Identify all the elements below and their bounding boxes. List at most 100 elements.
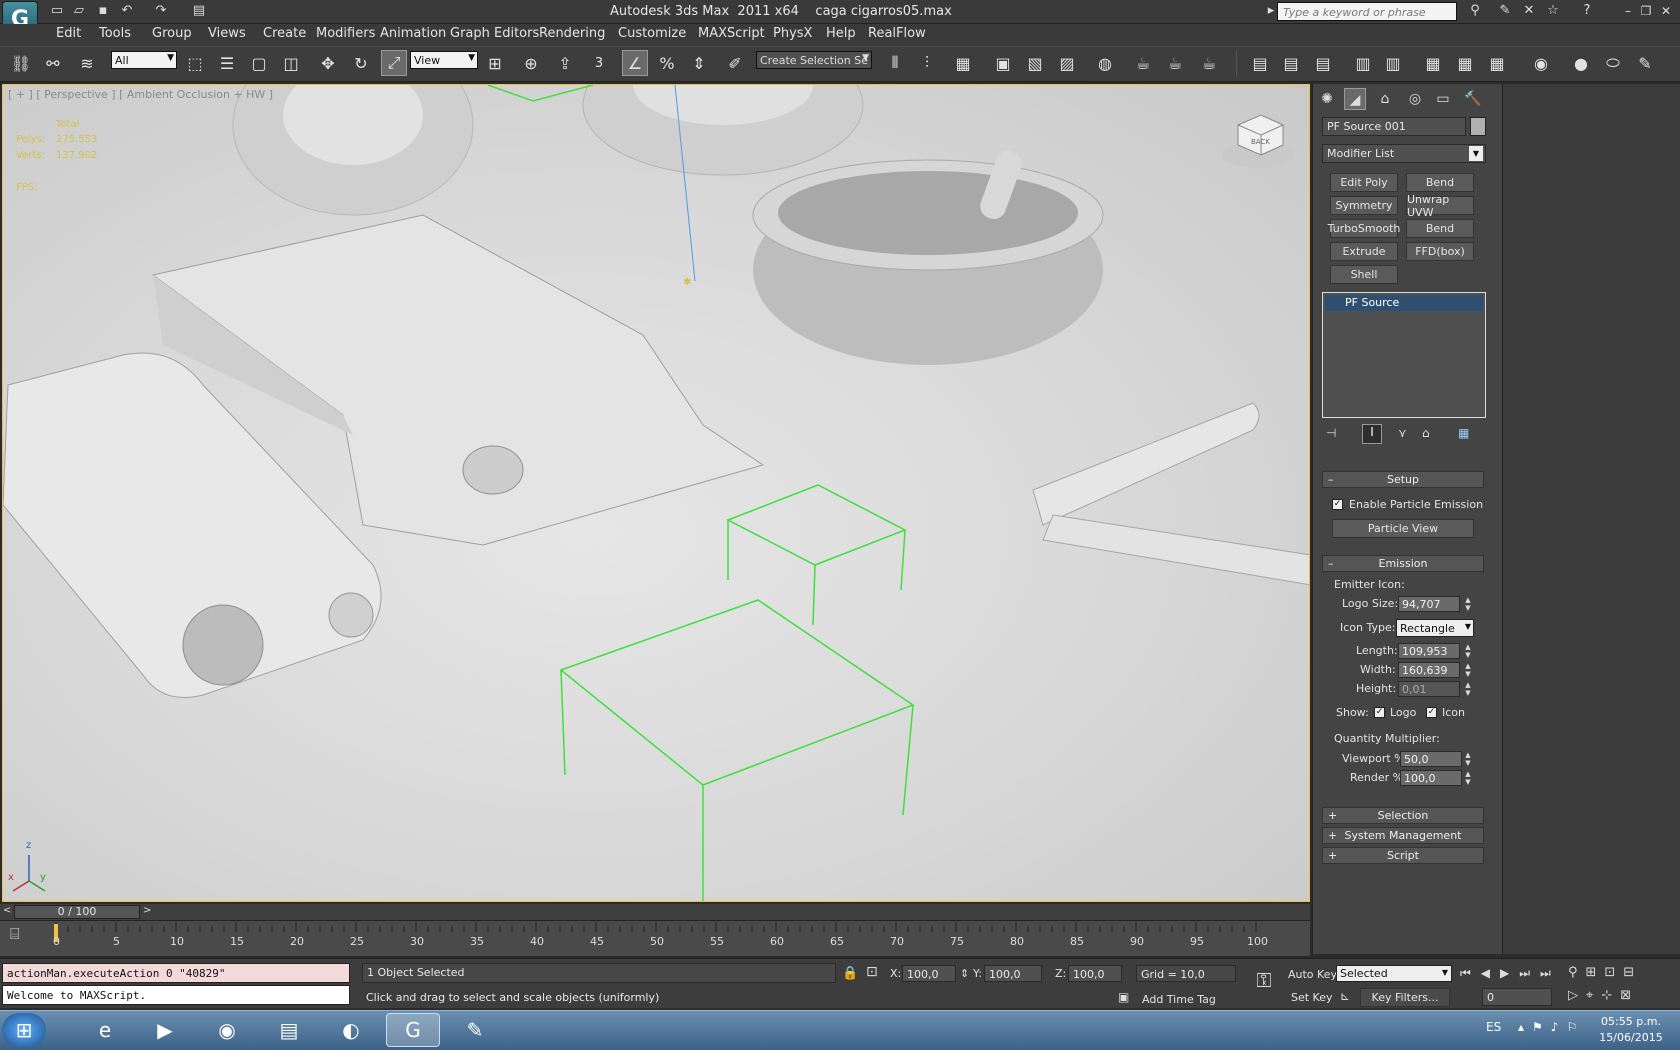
restore-icon[interactable]: ❐ bbox=[1638, 3, 1654, 19]
time-slider[interactable] bbox=[0, 904, 1310, 920]
rect-selection-icon[interactable]: ▢ bbox=[246, 50, 272, 76]
realflow-icon-4[interactable]: ▥ bbox=[1350, 50, 1376, 76]
internet-explorer-icon[interactable]: e bbox=[78, 1013, 132, 1047]
turbosmooth-button[interactable]: TurboSmooth bbox=[1328, 219, 1400, 238]
menu-animation[interactable]: Animation bbox=[380, 26, 446, 41]
height-spinner[interactable]: ▲ ▼ bbox=[1464, 681, 1472, 697]
link-icon[interactable]: ⛓ bbox=[8, 50, 34, 76]
logo-size-input[interactable]: 94,707 bbox=[1398, 596, 1460, 612]
modifier-stack[interactable]: PF Source bbox=[1322, 292, 1486, 418]
snap-toggle-icon[interactable]: 3 bbox=[586, 50, 612, 76]
current-frame-input[interactable]: 0 bbox=[1482, 988, 1552, 1006]
auto-key-button[interactable]: Auto Key bbox=[1288, 968, 1337, 981]
icon-type-dropdown[interactable]: Rectangle ▼ bbox=[1396, 619, 1474, 637]
clock-time[interactable]: 05:55 p.m. bbox=[1596, 1015, 1666, 1028]
communication-icon[interactable]: ✕ bbox=[1520, 3, 1538, 19]
bend-button-2[interactable]: Bend bbox=[1406, 219, 1474, 238]
sphere-icon[interactable]: ● bbox=[1568, 50, 1594, 76]
height-input[interactable]: 0,01 bbox=[1398, 681, 1460, 697]
mirror-icon[interactable]: ⫴ bbox=[882, 50, 908, 76]
edit-poly-button[interactable]: Edit Poly bbox=[1330, 173, 1398, 192]
tools-icon[interactable]: ✎ bbox=[1496, 3, 1514, 19]
extrude-button[interactable]: Extrude bbox=[1330, 242, 1398, 261]
menu-help[interactable]: Help bbox=[826, 26, 856, 41]
menu-views[interactable]: Views bbox=[208, 26, 246, 41]
paint-icon[interactable]: ✎ bbox=[448, 1013, 502, 1047]
graphite-toggle-icon[interactable]: ▣ bbox=[990, 50, 1016, 76]
menu-create[interactable]: Create bbox=[263, 26, 306, 41]
chrome-icon[interactable]: ◉ bbox=[200, 1013, 254, 1047]
setup-rollout-header[interactable]: – Setup bbox=[1322, 471, 1484, 488]
slider-prev-icon[interactable]: < bbox=[3, 905, 11, 916]
torrent-icon[interactable]: ◐ bbox=[324, 1013, 378, 1047]
particle-view-button[interactable]: Particle View bbox=[1332, 519, 1474, 538]
display-tab-icon[interactable]: ▭ bbox=[1432, 88, 1454, 110]
show-icon-checkbox[interactable]: ✓ bbox=[1426, 707, 1437, 718]
length-input[interactable]: 109,953 bbox=[1398, 643, 1460, 659]
schematic-view-icon[interactable]: ▨ bbox=[1054, 50, 1080, 76]
utilities-tab-icon[interactable]: 🔨 bbox=[1462, 88, 1484, 110]
new-file-icon[interactable]: ▭ bbox=[48, 3, 66, 19]
menu-edit[interactable]: Edit bbox=[56, 26, 81, 41]
modify-tab-icon[interactable]: ◢ bbox=[1344, 88, 1366, 110]
scale-icon[interactable]: ⤢ bbox=[381, 50, 407, 76]
viewport-label[interactable]: [ + ] [ Perspective ] [ Ambient Occlusio… bbox=[8, 88, 273, 101]
selection-filter-dropdown[interactable]: All ▼ bbox=[111, 51, 177, 69]
symmetry-button[interactable]: Symmetry bbox=[1330, 196, 1398, 215]
named-selection-set-dropdown[interactable]: Create Selection Se ▼ bbox=[756, 51, 872, 69]
minimize-icon[interactable]: – bbox=[1620, 3, 1636, 19]
stack-item-pf-source[interactable]: PF Source bbox=[1325, 295, 1483, 311]
realflow-icon-6[interactable]: ▦ bbox=[1420, 50, 1446, 76]
media-player-icon[interactable]: ▶ bbox=[138, 1013, 192, 1047]
rendered-frame-icon[interactable]: ☕ bbox=[1162, 50, 1188, 76]
x-coord-input[interactable]: 100,0 bbox=[902, 965, 956, 982]
motion-tab-icon[interactable]: ◎ bbox=[1404, 88, 1426, 110]
realflow-icon-1[interactable]: ▤ bbox=[1247, 50, 1273, 76]
help-icon[interactable]: ? bbox=[1578, 3, 1596, 19]
unwrap-uvw-button[interactable]: Unwrap UVW bbox=[1406, 193, 1474, 219]
modifier-list-dropdown[interactable]: Modifier List ▼ bbox=[1322, 144, 1486, 163]
file-explorer-icon[interactable]: ▤ bbox=[262, 1013, 316, 1047]
menu-customize[interactable]: Customize bbox=[618, 26, 686, 41]
length-spinner[interactable]: ▲ ▼ bbox=[1464, 643, 1472, 659]
system-management-rollout-header[interactable]: + System Management bbox=[1322, 827, 1484, 844]
project-folder-icon[interactable]: ▤ bbox=[190, 3, 208, 19]
realflow-icon-8[interactable]: ▦ bbox=[1484, 50, 1510, 76]
menu-modifiers[interactable]: Modifiers bbox=[316, 26, 375, 41]
spinner-snap-icon[interactable]: ⇕ bbox=[686, 50, 712, 76]
show-end-result-icon[interactable]: I bbox=[1362, 424, 1382, 444]
make-unique-icon[interactable]: ⋎ bbox=[1398, 426, 1414, 442]
bend-button[interactable]: Bend bbox=[1406, 173, 1474, 192]
window-crossing-icon[interactable]: ◫ bbox=[278, 50, 304, 76]
clock-date[interactable]: 15/06/2015 bbox=[1596, 1031, 1666, 1044]
emission-rollout-header[interactable]: – Emission bbox=[1322, 555, 1484, 572]
cylinder-icon[interactable]: ⬭ bbox=[1600, 50, 1626, 76]
ref-coord-dropdown[interactable]: View ▼ bbox=[410, 51, 478, 69]
playback-controls[interactable]: ⏮◀▶⏭⏭ bbox=[1460, 966, 1561, 981]
pivot-center-icon[interactable]: ⊞ bbox=[482, 50, 508, 76]
realflow-icon-5[interactable]: ▥ bbox=[1380, 50, 1406, 76]
y-coord-input[interactable]: 100,0 bbox=[984, 965, 1042, 982]
hierarchy-tab-icon[interactable]: ⌂ bbox=[1374, 88, 1396, 110]
binoculars-icon[interactable]: ⚲ bbox=[1466, 3, 1484, 19]
edit-named-selection-icon[interactable]: ✐ bbox=[722, 50, 748, 76]
maxscript-listener-input[interactable]: Welcome to MAXScript. bbox=[2, 985, 350, 1005]
x-spinner[interactable]: ⇕ bbox=[960, 967, 969, 980]
render-production-icon[interactable]: ☕ bbox=[1196, 50, 1222, 76]
maxscript-listener-output[interactable]: actionMan.executeAction 0 "40829" bbox=[2, 963, 350, 983]
menu-rendering[interactable]: Rendering bbox=[539, 26, 605, 41]
select-manipulate-icon[interactable]: ⊕ bbox=[518, 50, 544, 76]
open-file-icon[interactable]: ▱ bbox=[70, 3, 88, 19]
language-indicator[interactable]: ES bbox=[1486, 1020, 1501, 1034]
create-tab-icon[interactable]: ✺ bbox=[1316, 88, 1338, 110]
move-icon[interactable]: ✥ bbox=[315, 50, 341, 76]
unlink-icon[interactable]: ⚯ bbox=[40, 50, 66, 76]
pin-stack-icon[interactable]: ⊣ bbox=[1326, 426, 1342, 442]
bind-space-warp-icon[interactable]: ≋ bbox=[74, 50, 100, 76]
brush-icon[interactable]: ✎ bbox=[1632, 50, 1658, 76]
viewport-nav-controls[interactable]: ⚲⊞⊡⊟ bbox=[1568, 965, 1642, 980]
shell-button[interactable]: Shell bbox=[1330, 265, 1398, 284]
show-logo-checkbox[interactable]: ✓ bbox=[1374, 707, 1385, 718]
save-icon[interactable]: ▪ bbox=[94, 3, 112, 19]
key-mode-dropdown[interactable]: Selected ▼ bbox=[1336, 965, 1452, 982]
